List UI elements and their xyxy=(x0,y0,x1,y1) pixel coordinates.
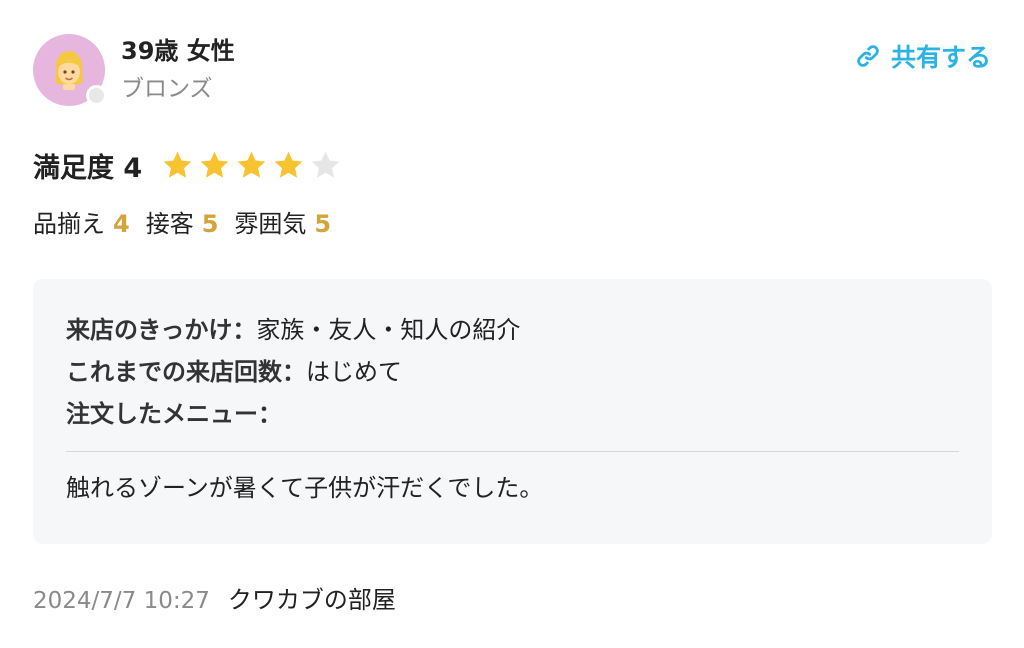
sub-rating-selection: 品揃え 4 xyxy=(33,207,130,241)
visit-trigger-label: 来店のきっかけ： xyxy=(66,316,257,344)
star-filled-icon xyxy=(237,151,266,178)
star-filled-icon xyxy=(200,151,229,178)
ordered-menu-row: 注文したメニュー： xyxy=(66,397,282,431)
ordered-menu-label: 注文したメニュー： xyxy=(66,400,282,428)
visit-trigger-value: 家族・友人・知人の紹介 xyxy=(256,316,521,344)
post-date: 2024/7/7 10:27 xyxy=(33,588,210,614)
sub-rating-score: 5 xyxy=(201,210,219,238)
shop-name-link[interactable]: クワカブの部屋 xyxy=(228,580,396,615)
divider xyxy=(66,451,959,452)
sub-rating-label: 品揃え xyxy=(33,210,105,238)
sub-rating-label: 接客 xyxy=(145,210,194,238)
sub-rating-service: 接客 5 xyxy=(146,207,219,241)
star-filled-icon xyxy=(274,151,303,178)
star-rating xyxy=(160,148,343,183)
review-comment: 触れるゾーンが暑くて子供が汗だくでした。 xyxy=(66,474,544,502)
sub-rating-label: 雰囲気 xyxy=(234,210,307,238)
sub-rating-score: 4 xyxy=(113,210,130,238)
satisfaction-rating: 満足度 4 xyxy=(33,146,343,184)
sub-rating-atmosphere: 雰囲気 5 xyxy=(234,207,331,241)
visit-count-value: はじめて xyxy=(306,358,402,386)
sub-ratings: 品揃え 4 接客 5 雰囲気 5 xyxy=(33,207,347,241)
review-card: 39歳 女性 ブロンズ 共有する 満足度 4 品揃え 4 接客 5 雰囲気 5 来店の… xyxy=(0,0,1024,648)
review-footer: 2024/7/7 10:27 クワカブの部屋 xyxy=(33,580,396,615)
user-rank-badge: ブロンズ xyxy=(121,76,213,102)
sub-rating-score: 5 xyxy=(314,210,332,238)
visit-count-row: これまでの来店回数：はじめて xyxy=(66,355,402,389)
visit-trigger-row: 来店のきっかけ：家族・友人・知人の紹介 xyxy=(66,313,520,347)
link-icon xyxy=(857,45,879,67)
user-name[interactable]: 39歳 女性 xyxy=(121,36,235,66)
satisfaction-label: 満足度 4 xyxy=(33,152,143,184)
share-button[interactable]: 共有する xyxy=(855,38,991,74)
share-label: 共有する xyxy=(890,43,991,72)
review-detail-box: 来店のきっかけ：家族・友人・知人の紹介 これまでの来店回数：はじめて 注文したメ… xyxy=(33,279,992,544)
star-filled-icon xyxy=(163,151,192,178)
status-dot xyxy=(86,85,107,106)
visit-count-label: これまでの来店回数： xyxy=(66,358,306,386)
woman-emoji-icon xyxy=(55,51,83,90)
star-empty-icon xyxy=(311,151,340,178)
